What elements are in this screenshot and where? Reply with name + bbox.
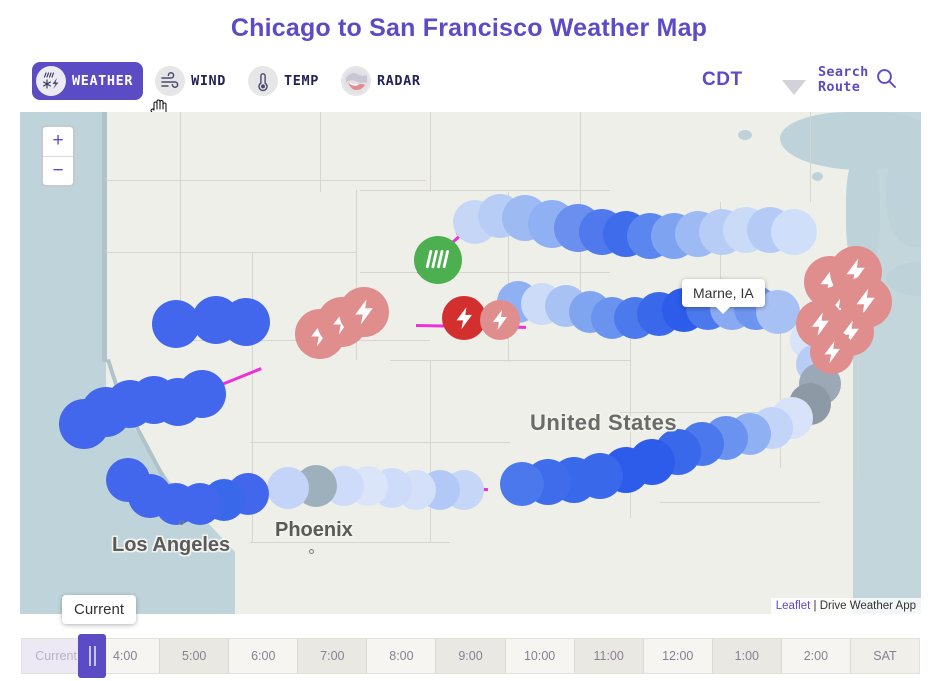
timeline-cell-7-00[interactable]: 7:00: [298, 639, 368, 673]
timeline-cell-10-00[interactable]: 10:00: [505, 639, 575, 673]
attribution-text: Drive Weather App: [819, 600, 916, 612]
timeline-cell-label: 12:00: [662, 649, 694, 663]
timeline-cell-label: 2:00: [803, 649, 829, 663]
timeline-cell-label: 11:00: [593, 649, 624, 663]
border-line: [430, 360, 432, 542]
weather-map-app: Chicago to San Francisco Weather Map WEA…: [0, 0, 938, 681]
pacific-coastline: [102, 112, 107, 362]
timeline-cell-label: 6:00: [251, 649, 276, 663]
border-line: [320, 112, 322, 192]
map-attribution: Leaflet | Drive Weather App: [770, 598, 921, 614]
map-tooltip-marne: Marne, IA: [682, 279, 765, 314]
timeline-cell-1-00[interactable]: 1:00: [712, 639, 782, 673]
timeline-cell-label: Current: [35, 649, 77, 663]
border-line: [250, 442, 510, 444]
small-lake-wi: [812, 172, 823, 181]
timeline-cell-12-00[interactable]: 12:00: [643, 639, 713, 673]
chevron-down-icon[interactable]: [782, 80, 806, 95]
border-line: [250, 542, 450, 544]
border-line: [390, 360, 630, 362]
search-route-line1: Search: [818, 64, 869, 80]
layer-button-temp[interactable]: TEMP: [244, 62, 329, 100]
search-icon[interactable]: [875, 67, 897, 94]
border-line: [106, 252, 356, 254]
thermometer-icon: [248, 66, 279, 96]
timeline-handle[interactable]: [78, 634, 106, 678]
zoom-in-button[interactable]: +: [43, 127, 73, 157]
small-lake-north: [738, 130, 752, 140]
timeline-cell-label: 9:00: [458, 649, 483, 663]
timeline-cell-8-00[interactable]: 8:00: [367, 639, 437, 673]
timeline-cell-sat[interactable]: SAT: [850, 639, 919, 673]
storm-bolt-icon[interactable]: [810, 330, 854, 374]
wind-icon: [155, 66, 186, 96]
timeline-cell-label: 5:00: [182, 649, 207, 663]
timeline-cell-label: 1:00: [734, 649, 759, 663]
weather-dot[interactable]: [267, 467, 309, 509]
border-line: [360, 272, 610, 274]
timeline-cell-5-00[interactable]: 5:00: [160, 639, 230, 673]
search-route-line2: Route: [818, 79, 861, 95]
layer-label-weather: WEATHER: [72, 73, 134, 89]
timeline-cell-2-00[interactable]: 2:00: [781, 639, 851, 673]
timeline-cell-label: 7:00: [320, 649, 345, 663]
handle-grip-line: [88, 646, 91, 666]
current-time-badge: Current: [62, 595, 137, 624]
leaflet-link[interactable]: Leaflet: [776, 600, 811, 612]
timeline-cell-9-00[interactable]: 9:00: [436, 639, 506, 673]
layer-button-radar[interactable]: RADAR: [337, 62, 431, 100]
timeline-cell-label: SAT: [873, 649, 897, 663]
handle-grip-line: [93, 646, 96, 666]
map-canvas[interactable]: United States Los Angeles Phoenix + − Ma…: [20, 112, 921, 614]
timeline-cell-label: 8:00: [389, 649, 414, 663]
timeline-cell-11-00[interactable]: 11:00: [574, 639, 644, 673]
timeline-slider[interactable]: Current 4:00 5:00 6:00 7:00 8:00 9:00 10:00 11:0…: [21, 638, 920, 674]
layer-label-temp: TEMP: [284, 73, 319, 89]
attribution-separator: |: [810, 600, 820, 612]
zoom-out-button[interactable]: −: [43, 157, 73, 186]
zoom-controls[interactable]: + −: [41, 125, 75, 187]
timeline-cell-label: 10:00: [523, 649, 556, 663]
city-marker-phoenix: [309, 549, 314, 554]
border-line: [430, 112, 432, 192]
weather-dot[interactable]: [222, 298, 270, 346]
weather-dot[interactable]: [106, 458, 150, 502]
border-line: [660, 502, 820, 504]
map-label-united-states: United States: [530, 410, 678, 435]
city-marker-los-angeles: [179, 520, 184, 525]
map-layers: United States Los Angeles Phoenix + − Ma…: [20, 112, 921, 614]
layer-button-wind[interactable]: WIND: [151, 62, 236, 100]
weather-dot[interactable]: [178, 370, 226, 418]
border-line: [360, 190, 610, 192]
timeline-cell-label: 4:00: [112, 649, 138, 663]
storm-bolt-icon[interactable]: [480, 300, 520, 340]
search-route-button[interactable]: Search Route: [818, 65, 897, 95]
timeline-cell-6-00[interactable]: 6:00: [229, 639, 299, 673]
radar-icon: [340, 66, 371, 96]
layer-label-radar: RADAR: [376, 73, 421, 89]
weather-icon: [36, 66, 66, 96]
map-label-los-angeles: Los Angeles: [112, 534, 231, 556]
weather-dot[interactable]: [771, 209, 817, 255]
timezone-label[interactable]: CDT: [702, 69, 743, 91]
map-label-phoenix: Phoenix: [275, 519, 353, 541]
layer-label-wind: WIND: [191, 73, 227, 89]
border-line: [810, 112, 812, 202]
layer-toggle-group: WEATHER WIND TEMP RADAR: [32, 62, 431, 100]
storm-bolt-icon[interactable]: [339, 287, 389, 337]
page-title: Chicago to San Francisco Weather Map: [230, 14, 708, 42]
toolbar: WEATHER WIND TEMP RADAR CDT Search Route: [0, 62, 938, 108]
border-line: [106, 180, 426, 182]
layer-button-weather[interactable]: WEATHER: [32, 62, 144, 100]
weather-dot[interactable]: [500, 462, 544, 506]
rain-clear-icon[interactable]: [414, 236, 462, 284]
